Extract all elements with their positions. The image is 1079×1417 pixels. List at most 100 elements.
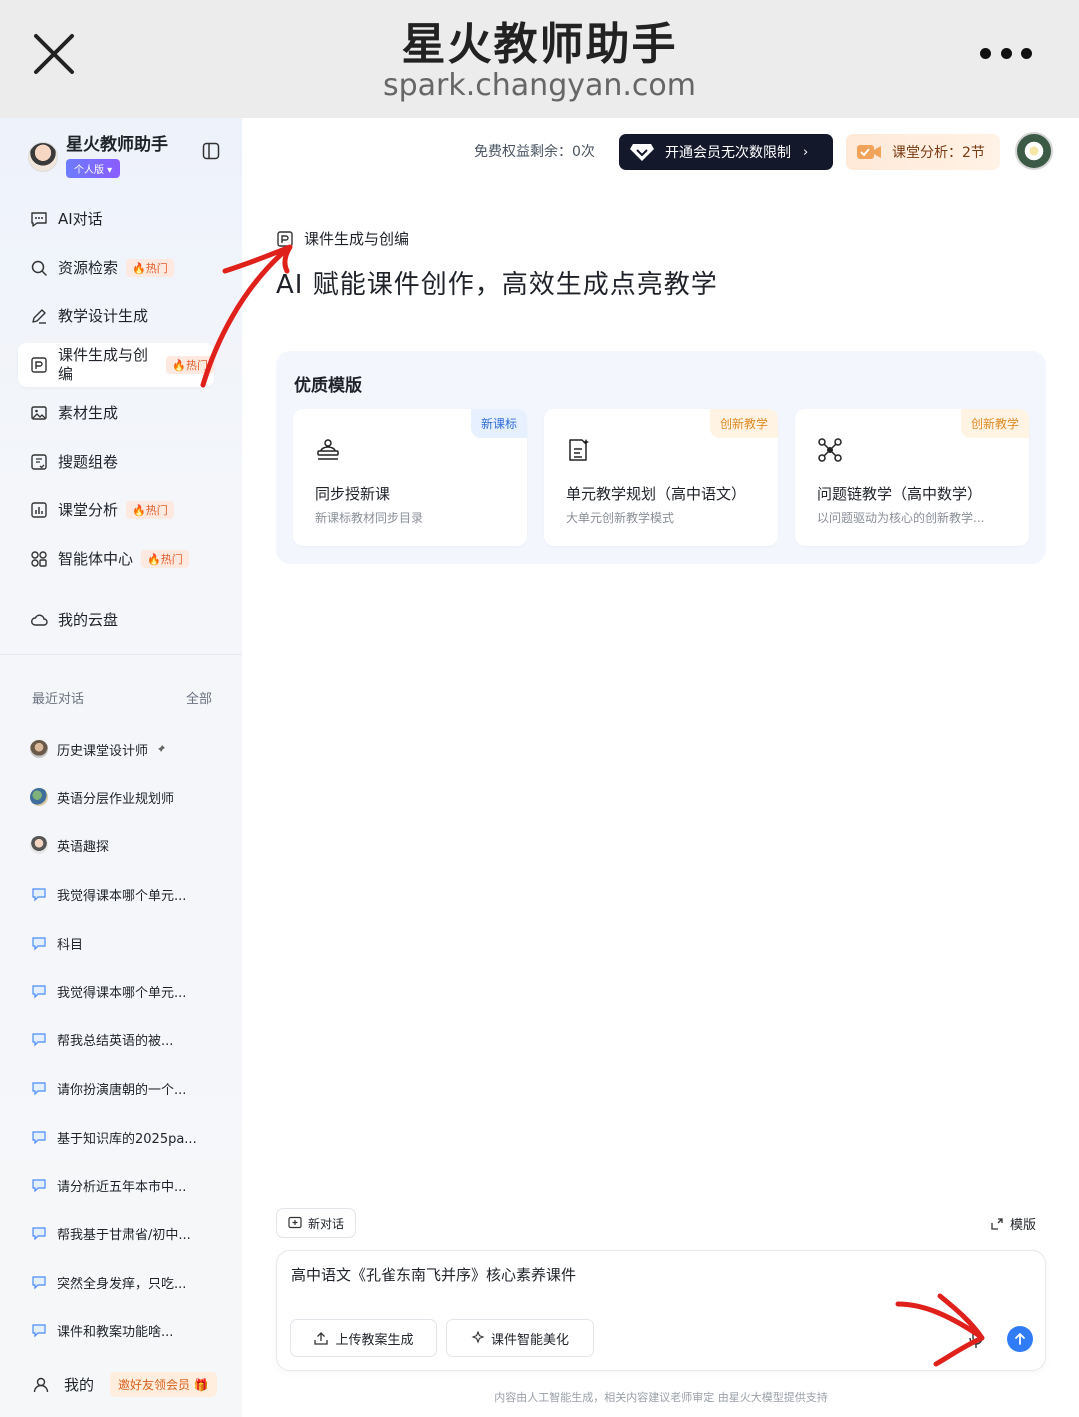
class-analysis-button[interactable]: 课堂分析：2节 <box>846 134 1000 170</box>
template-tag: 创新教学 <box>960 409 1029 438</box>
template-subtitle: 大单元创新教学模式 <box>566 511 675 525</box>
sidebar-item-lesson-design[interactable]: 教学设计生成 <box>18 297 214 335</box>
courseware-icon <box>277 230 293 247</box>
send-button[interactable] <box>1007 1326 1033 1352</box>
courseware-icon <box>31 357 47 373</box>
recent-chat-item[interactable]: 英语分层作业规划师 <box>30 784 220 810</box>
template-tag: 新课标 <box>470 409 527 438</box>
sidebar-item-class-analysis[interactable]: 课堂分析 🔥热门 <box>18 491 214 529</box>
ai-disclaimer: 内容由人工智能生成，相关内容建议老师审定 由星火大模型提供支持 <box>494 1391 828 1404</box>
recent-chats-all-link[interactable]: 全部 <box>186 688 212 707</box>
template-subtitle: 新课标教材同步目录 <box>315 511 424 525</box>
chat-bubble-icon <box>32 888 46 902</box>
free-quota-text: 免费权益剩余：0次 <box>474 144 595 160</box>
sidebar-item-label: 教学设计生成 <box>58 306 149 325</box>
recent-chat-item[interactable]: 英语趣探 <box>30 832 220 858</box>
brand-name: 星火教师助手 <box>66 135 168 155</box>
template-title: 同步授新课 <box>315 485 391 503</box>
chat-bubble-icon <box>32 985 46 999</box>
recent-chat-item[interactable]: 请分析近五年本市中... <box>30 1172 220 1198</box>
sidebar-item-quiz[interactable]: 搜题组卷 <box>18 443 214 481</box>
recent-chat-item[interactable]: 请你扮演唐朝的一个... <box>30 1075 220 1101</box>
template-title: 问题链教学（高中数学） <box>817 485 983 503</box>
sidebar-footer: 我的 邀好友领会员 🎁 <box>32 1372 228 1397</box>
upload-lesson-plan-button[interactable]: 上传教案生成 <box>290 1319 437 1357</box>
invite-friends-button[interactable]: 邀好友领会员 🎁 <box>110 1372 217 1397</box>
sidebar-item-material[interactable]: 素材生成 <box>18 394 214 432</box>
search-icon <box>31 260 47 276</box>
recent-chat-item[interactable]: 帮我基于甘肃省/初中... <box>30 1220 220 1246</box>
image-icon <box>31 406 47 420</box>
pin-icon[interactable] <box>156 744 166 754</box>
prompt-input[interactable] <box>291 1265 891 1283</box>
video-camera-icon <box>857 145 881 159</box>
sidebar-item-label: 资源检索 <box>58 258 119 277</box>
quiz-icon <box>31 454 47 470</box>
more-options-icon[interactable] <box>980 46 1032 60</box>
sidebar-item-ai-chat[interactable]: AI对话 <box>18 200 214 238</box>
template-toggle-link[interactable]: 模版 <box>990 1214 1036 1233</box>
network-icon <box>818 438 842 462</box>
new-chat-button[interactable]: 新对话 <box>276 1208 356 1238</box>
chat-bubble-icon <box>32 1179 46 1193</box>
expand-icon <box>991 1217 1003 1230</box>
hot-badge: 🔥热门 <box>126 259 174 277</box>
hot-badge: 🔥热门 <box>126 501 174 519</box>
cloud-icon <box>31 614 48 626</box>
sidebar-item-label: 素材生成 <box>58 403 119 422</box>
template-tag: 创新教学 <box>709 409 778 438</box>
sidebar-item-label: 课件生成与创编 <box>58 346 149 383</box>
recent-chat-item[interactable]: 帮我总结英语的被... <box>30 1026 220 1052</box>
sidebar-item-label: AI对话 <box>58 209 103 228</box>
sidebar-collapse-icon[interactable] <box>202 142 220 160</box>
microphone-icon[interactable] <box>967 1329 985 1349</box>
chat-bubble-icon <box>31 212 47 227</box>
browser-url: spark.changyan.com <box>382 68 696 103</box>
arrow-up-icon <box>1015 1333 1025 1345</box>
sidebar-item-cloud-drive[interactable]: 我的云盘 <box>18 601 214 639</box>
recent-chat-item[interactable]: 基于知识库的2025pa... <box>30 1124 220 1150</box>
recent-chat-item[interactable]: 突然全身发痒，只吃... <box>30 1269 220 1295</box>
beautify-courseware-button[interactable]: 课件智能美化 <box>446 1319 594 1357</box>
recent-chat-item[interactable]: 课件和教案功能啥... <box>30 1317 220 1343</box>
recent-chats-title: 最近对话 <box>32 692 85 707</box>
open-vip-button[interactable]: 开通会员无次数限制 › <box>619 134 833 170</box>
agent-avatar <box>30 788 48 806</box>
agent-avatar <box>30 836 48 854</box>
recent-chat-item[interactable]: 我觉得课本哪个单元... <box>30 978 220 1004</box>
page-section-tag: 课件生成与创编 <box>276 228 409 249</box>
template-card[interactable]: 创新教学 单元教学规划（高中语文） 大单元创新教学模式 <box>544 409 778 546</box>
template-title: 单元教学规划（高中语文） <box>566 485 747 503</box>
diamond-icon <box>630 144 654 161</box>
new-chat-icon <box>288 1216 302 1229</box>
browser-page-title: 星火教师助手 <box>401 19 678 70</box>
template-card[interactable]: 新课标 同步授新课 新课标教材同步目录 <box>293 409 527 546</box>
sidebar-item-agent-center[interactable]: 智能体中心 🔥热门 <box>18 540 214 578</box>
sidebar-item-label: 我的云盘 <box>58 610 119 629</box>
upload-icon <box>314 1332 329 1345</box>
sidebar-item-courseware[interactable]: 课件生成与创编 🔥热门 <box>18 343 214 387</box>
recent-chat-item[interactable]: 科目 <box>30 930 220 956</box>
template-subtitle: 以问题驱动为核心的创新教学... <box>817 511 985 525</box>
sidebar-item-label: 智能体中心 <box>58 549 134 568</box>
document-sparkle-icon <box>569 439 589 461</box>
recent-chat-item[interactable]: 历史课堂设计师 <box>30 736 220 762</box>
browser-top-bar: 星火教师助手 spark.changyan.com <box>0 0 1079 118</box>
hot-badge: 🔥热门 <box>166 356 214 374</box>
user-icon[interactable] <box>32 1376 50 1394</box>
composer-box: 上传教案生成 课件智能美化 <box>276 1250 1046 1371</box>
chevron-right-icon: › <box>803 144 809 160</box>
my-account-link[interactable]: 我的 <box>64 1374 94 1395</box>
agent-avatar <box>30 740 48 758</box>
brand-avatar <box>28 142 58 172</box>
chat-bubble-icon <box>32 937 46 951</box>
template-card[interactable]: 创新教学 问题链教学（高中数学） 以问题驱动为核心的创新教学... <box>795 409 1029 546</box>
sparkle-icon <box>471 1331 485 1344</box>
template-heading: 优质模版 <box>294 376 362 396</box>
sidebar-item-resource-search[interactable]: 资源检索 🔥热门 <box>18 249 214 287</box>
user-avatar[interactable] <box>1015 132 1053 170</box>
template-panel: 优质模版 新课标 同步授新课 新课标教材同步目录 创新教学 单元教学规划（高中语… <box>276 351 1046 564</box>
edition-badge[interactable]: 个人版 ▾ <box>66 159 121 178</box>
chart-icon <box>31 502 47 518</box>
recent-chat-item[interactable]: 我觉得课本哪个单元... <box>30 881 220 907</box>
